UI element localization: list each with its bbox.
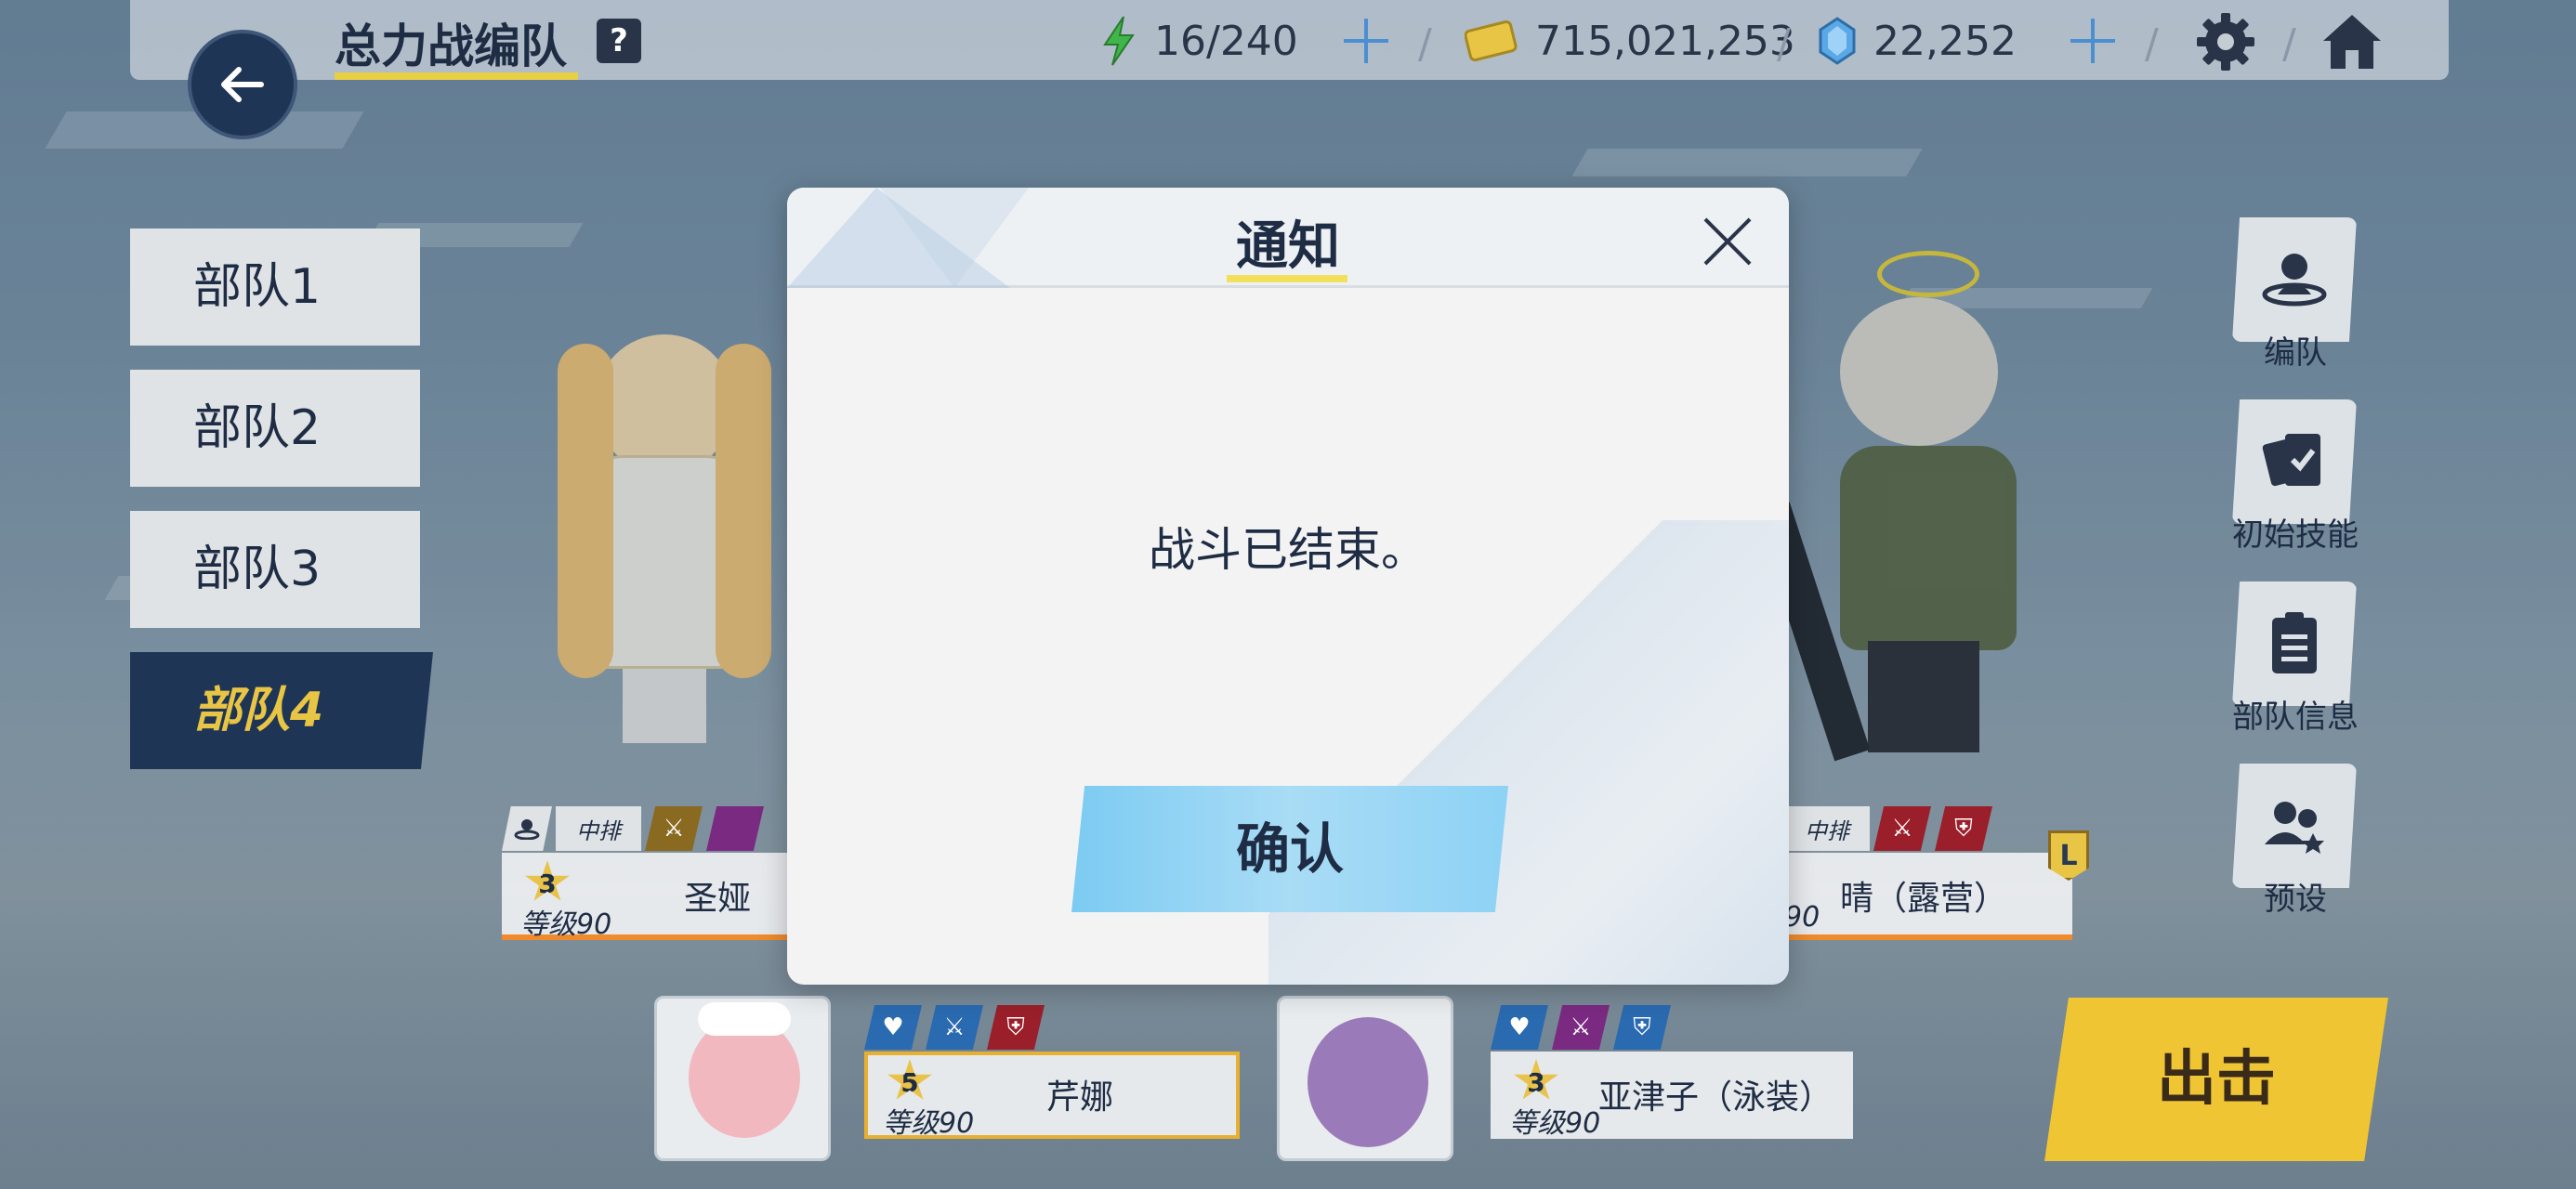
dialog-title-underline xyxy=(1227,275,1347,282)
squad-tab-4[interactable]: 部队4 xyxy=(130,652,433,769)
formation-icon xyxy=(2262,254,2327,307)
formation-label: 编队 xyxy=(2264,334,2327,372)
sword-icon: ⚔ xyxy=(926,1005,983,1050)
unit-card-hare[interactable]: 中排 ⚔ ⛨ 90 晴（露营） L xyxy=(1784,806,2091,946)
shield-icon: ⛨ xyxy=(987,1005,1045,1050)
separator: / xyxy=(2145,20,2159,68)
unit-card-atsuko[interactable]: ♥ ⚔ ⛨ 3 等级90 亚津子（泳装） xyxy=(1491,1005,1862,1144)
gear-icon xyxy=(2197,13,2254,71)
credit-card-icon xyxy=(1463,15,1520,67)
clipboard-icon xyxy=(2272,612,2317,673)
position-label: 中排 xyxy=(556,806,641,851)
arrow-left-icon xyxy=(221,67,264,102)
confirm-button[interactable]: 确认 xyxy=(1071,786,1508,912)
separator: / xyxy=(2282,20,2296,68)
shield-icon: ⛨ xyxy=(1935,806,1992,851)
support-portrait-atsuko[interactable] xyxy=(1277,996,1453,1161)
position-label: 中排 xyxy=(1784,806,1870,851)
unit-name: 芹娜 xyxy=(1046,1078,1114,1117)
stamina-counter: 16/240 xyxy=(1097,15,1298,67)
formation-button[interactable] xyxy=(2232,217,2357,342)
back-button[interactable] xyxy=(188,30,297,139)
settings-button[interactable] xyxy=(2193,9,2258,74)
unit-level: 等级90 xyxy=(520,908,612,941)
unit-name: 亚津子（泳装） xyxy=(1598,1078,1833,1117)
unit-card-seia[interactable]: 中排 ⚔ 3 等级90 圣娅 xyxy=(502,806,818,946)
home-button[interactable] xyxy=(2320,9,2385,74)
credits-counter: 715,021,253 xyxy=(1463,15,1795,67)
heart-icon: ♥ xyxy=(864,1005,922,1050)
squad-tab-1[interactable]: 部队1 xyxy=(130,229,420,346)
sword-icon: ⚔ xyxy=(1873,806,1931,851)
unit-level: 90 xyxy=(1784,901,1820,934)
lightning-icon xyxy=(1097,15,1139,67)
title-underline xyxy=(335,72,578,80)
unit-level: 等级90 xyxy=(883,1107,975,1140)
unit-level: 等级90 xyxy=(1509,1107,1601,1140)
add-gems-button[interactable] xyxy=(2067,15,2119,67)
dialog-decoration xyxy=(1268,520,1789,985)
add-stamina-button[interactable] xyxy=(1340,15,1392,67)
help-button[interactable]: ? xyxy=(597,19,641,63)
dialog-title: 通知 xyxy=(1236,216,1340,277)
preset-users-icon xyxy=(2265,802,2324,854)
separator: / xyxy=(1418,20,1432,68)
squad-info-button[interactable] xyxy=(2232,581,2357,706)
unit-name: 圣娅 xyxy=(684,880,752,918)
credits-value: 715,021,253 xyxy=(1535,17,1795,65)
sword-icon: ⚔ xyxy=(1552,1005,1610,1050)
armor-icon xyxy=(706,806,764,851)
skill-cards-icon xyxy=(2262,434,2320,487)
stamina-value: 16/240 xyxy=(1154,17,1298,65)
home-icon xyxy=(2323,15,2381,69)
initial-skill-button[interactable] xyxy=(2232,399,2357,524)
squad-tab-2[interactable]: 部队2 xyxy=(130,370,420,487)
gem-icon xyxy=(1816,15,1859,67)
support-portrait-serina[interactable] xyxy=(654,996,831,1161)
unit-card-serina[interactable]: ♥ ⚔ ⛨ 5 等级90 芹娜 xyxy=(864,1005,1245,1144)
gems-counter: 22,252 xyxy=(1816,15,2017,67)
preset-label: 预设 xyxy=(2264,881,2327,918)
unit-name: 晴（露营） xyxy=(1840,880,2008,918)
gems-value: 22,252 xyxy=(1873,17,2017,65)
separator: / xyxy=(1777,20,1791,68)
dialog-message: 战斗已结束。 xyxy=(1149,523,1427,577)
preset-button[interactable] xyxy=(2232,764,2357,888)
shield-icon: ⛨ xyxy=(1613,1005,1671,1050)
close-icon[interactable] xyxy=(1700,214,1755,269)
initial-skill-label: 初始技能 xyxy=(2232,516,2359,554)
notice-dialog: 通知 战斗已结束。 确认 xyxy=(787,188,1789,985)
sword-icon: ⚔ xyxy=(645,806,703,851)
page-title: 总力战编队 xyxy=(335,20,567,73)
launch-button[interactable]: 出击 xyxy=(2044,998,2388,1161)
squad-info-label: 部队信息 xyxy=(2232,699,2359,736)
heart-icon: ♥ xyxy=(1491,1005,1548,1050)
squad-tab-3[interactable]: 部队3 xyxy=(130,511,420,628)
position-icon xyxy=(502,806,552,851)
